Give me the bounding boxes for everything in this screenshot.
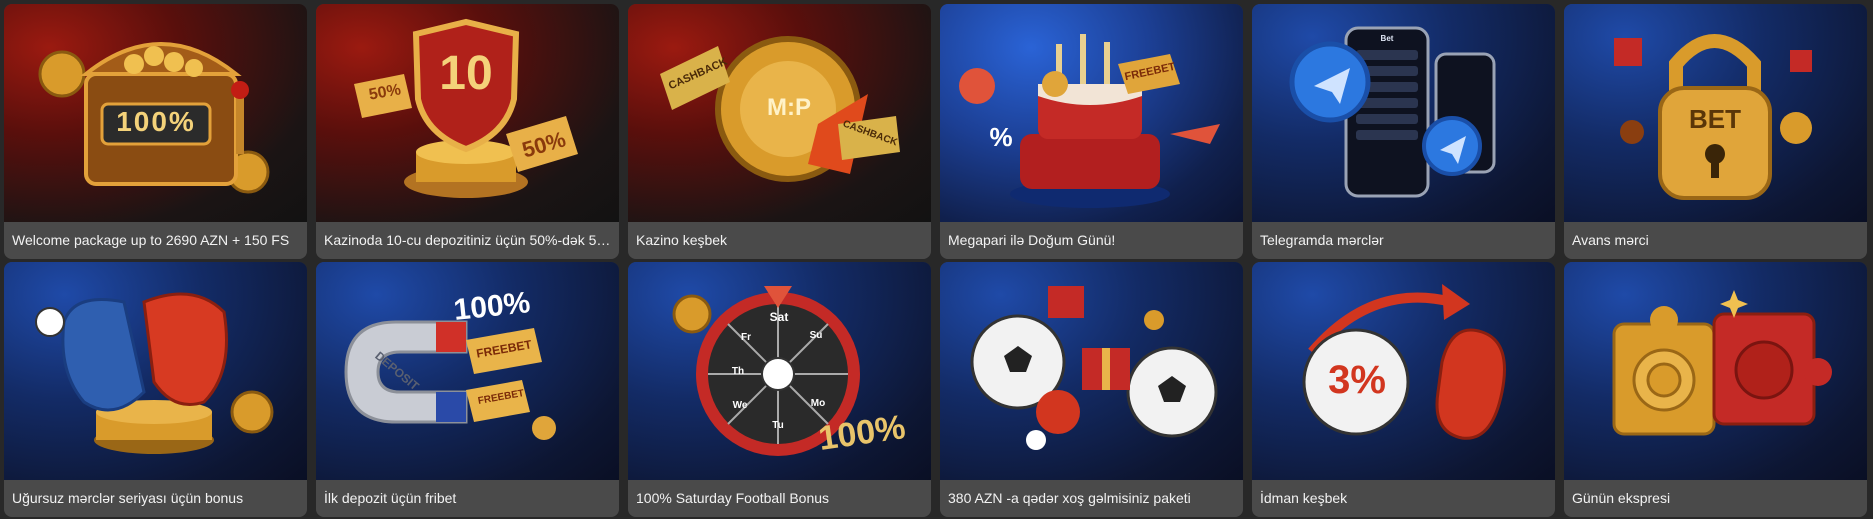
promo-card-first-deposit-freebet[interactable]: 100% FREEBET FREEBET DEPOSIT İlk depozit… — [316, 262, 619, 517]
promo-image-cashback-coin: M:P CASHBACK CASHBACK — [628, 4, 931, 222]
promotions-grid: 100% Welcome package up to 2690 AZN + 15… — [0, 0, 1873, 519]
promo-card-casino-10th-deposit[interactable]: 10 50% 50% Kazinoda 10-cu depozitiniz üç… — [316, 4, 619, 259]
promo-title: İlk depozit üçün fribet — [316, 480, 619, 517]
promo-image-theatre-masks — [4, 262, 307, 480]
promo-image-sports-balls — [940, 262, 1243, 480]
promo-image-treasure-chest: 100% — [4, 4, 307, 222]
art-label-10: 10 — [439, 47, 493, 100]
art-label-bet-screen: Bet — [1380, 34, 1394, 43]
art-label-day-we: We — [732, 400, 748, 411]
promo-image-deposit-magnet: 100% FREEBET FREEBET DEPOSIT — [316, 262, 619, 480]
promo-card-saturday-football-bonus[interactable]: Sat Su Mo Tu We Th Fr 100% 100% Saturday… — [628, 262, 931, 517]
promo-card-welcome-package[interactable]: 100% Welcome package up to 2690 AZN + 15… — [4, 4, 307, 259]
art-label-day-tu: Tu — [772, 420, 784, 431]
promo-card-losing-streak-bonus[interactable]: Uğursuz mərclər seriyası üçün bonus — [4, 262, 307, 517]
promo-title: Uğursuz mərclər seriyası üçün bonus — [4, 480, 307, 517]
promo-title: Welcome package up to 2690 AZN + 150 FS — [4, 222, 307, 259]
promo-image-padlock: BET — [1564, 4, 1867, 222]
promo-title: Megapari ilə Doğum Günü! — [940, 222, 1243, 259]
promo-image-prize-wheel: Sat Su Mo Tu We Th Fr 100% — [628, 262, 931, 480]
promo-card-welcome-package-380[interactable]: 380 AZN -a qədər xoş gəlmisiniz paketi — [940, 262, 1243, 517]
art-label-bet: BET — [1689, 104, 1741, 134]
art-label-percent: % — [989, 122, 1013, 152]
promo-card-birthday[interactable]: FREEBET % Megapari ilə Doğum Günü! — [940, 4, 1243, 259]
promo-image-shield-10: 10 50% 50% — [316, 4, 619, 222]
promo-card-sports-cashback[interactable]: 3% İdman keşbek — [1252, 262, 1555, 517]
promo-title: 100% Saturday Football Bonus — [628, 480, 931, 517]
promo-title: Telegramda mərclər — [1252, 222, 1555, 259]
promo-title: İdman keşbek — [1252, 480, 1555, 517]
art-label-day-sat: Sat — [769, 310, 789, 324]
promo-title: 380 AZN -a qədər xoş gəlmisiniz paketi — [940, 480, 1243, 517]
promo-title: Avans mərci — [1564, 222, 1867, 259]
art-label-day-fr: Fr — [741, 332, 751, 343]
art-label-day-th: Th — [731, 366, 745, 377]
promo-title: Günün ekspresi — [1564, 480, 1867, 517]
promo-image-ball-glove: 3% — [1252, 262, 1555, 480]
art-label-3-percent: 3% — [1328, 358, 1386, 402]
promo-image-puzzle-pieces — [1564, 262, 1867, 480]
promo-image-telegram-phones: Bet — [1252, 4, 1555, 222]
promo-title: Kazinoda 10-cu depozitiniz üçün 50%-dək … — [316, 222, 619, 259]
promo-image-birthday-cake: FREEBET % — [940, 4, 1243, 222]
promo-card-daily-express[interactable]: Günün ekspresi — [1564, 262, 1867, 517]
art-label-day-su: Su — [809, 330, 823, 341]
art-label-day-mo: Mo — [810, 398, 826, 409]
art-label-100-percent: 100% — [116, 106, 196, 137]
art-label-mp: M:P — [767, 94, 811, 121]
promo-card-casino-cashback[interactable]: M:P CASHBACK CASHBACK Kazino keşbek — [628, 4, 931, 259]
promo-card-advance-bet[interactable]: BET Avans mərci — [1564, 4, 1867, 259]
promo-card-telegram-bets[interactable]: Bet Telegramda mərclər — [1252, 4, 1555, 259]
promo-title: Kazino keşbek — [628, 222, 931, 259]
